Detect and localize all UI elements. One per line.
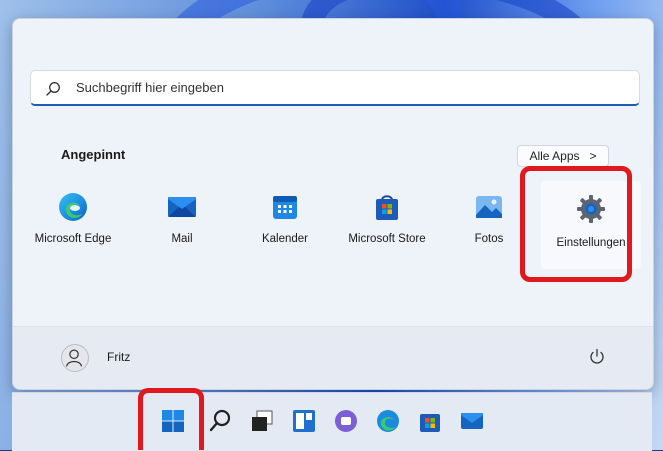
pinned-app-calendar[interactable]: Kalender [235, 179, 335, 259]
widgets-icon[interactable] [290, 407, 318, 435]
avatar[interactable] [61, 344, 89, 372]
taskbar [12, 392, 652, 451]
search-input[interactable]: Suchbegriff hier eingeben [30, 70, 640, 106]
search-placeholder: Suchbegriff hier eingeben [76, 80, 224, 95]
photos-icon [476, 196, 502, 218]
app-label: Microsoft Edge [34, 233, 112, 245]
pinned-app-edge[interactable]: Microsoft Edge [23, 179, 123, 259]
power-icon[interactable] [588, 348, 606, 366]
mail-icon [168, 197, 196, 217]
app-label: Kalender [261, 233, 309, 245]
store-icon [376, 195, 398, 220]
chat-icon[interactable] [332, 407, 360, 435]
highlight-frame-start [138, 388, 204, 450]
search-icon[interactable] [207, 407, 235, 435]
chevron-right-icon: > [589, 149, 597, 163]
pinned-app-store[interactable]: Microsoft Store [337, 179, 437, 259]
app-label: Mail [171, 233, 193, 245]
app-label: Microsoft Store [348, 233, 426, 245]
start-menu-footer: Fritz [13, 327, 653, 389]
all-apps-label: Alle Apps [529, 149, 580, 163]
pinned-app-mail[interactable]: Mail [132, 179, 232, 259]
search-icon [46, 82, 60, 96]
task-view-icon[interactable] [248, 407, 276, 435]
highlight-frame-settings [520, 166, 632, 282]
calendar-icon [273, 196, 297, 219]
store-icon[interactable] [416, 407, 444, 435]
mail-icon[interactable] [458, 407, 486, 435]
user-icon [66, 349, 83, 367]
edge-icon [59, 193, 87, 221]
all-apps-button[interactable]: Alle Apps > [517, 145, 609, 167]
pinned-section-title: Angepinnt [61, 147, 126, 162]
edge-icon[interactable] [374, 407, 402, 435]
user-name[interactable]: Fritz [107, 350, 130, 364]
